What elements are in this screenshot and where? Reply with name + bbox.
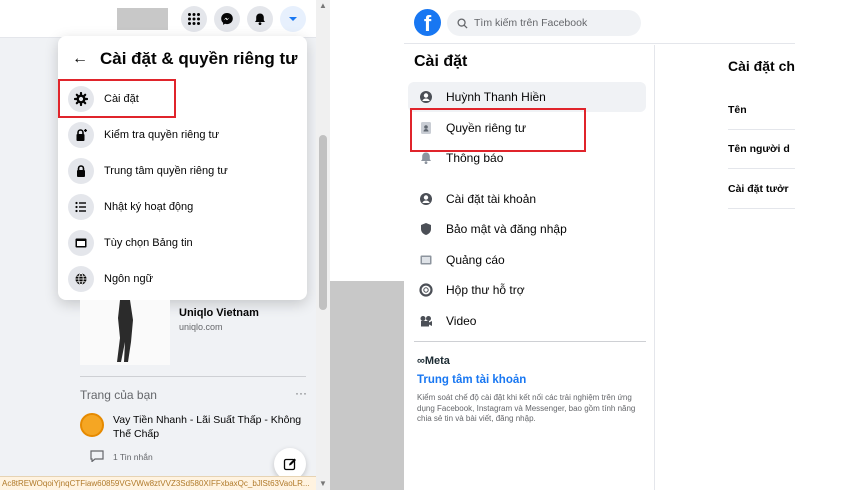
sidebar-item-ads[interactable]: Quảng cáo	[408, 245, 646, 275]
ad-title[interactable]: Uniqlo Vietnam	[179, 307, 259, 319]
setting-row-name[interactable]: Tên	[728, 104, 795, 116]
sidebar-item-support-inbox[interactable]: Hộp thư hỗ trợ	[408, 275, 646, 305]
dropdown-item-label: Ngôn ngữ	[104, 273, 153, 285]
settings-content: Cài đặt ch Tên Tên người d Cài đặt tưởr	[656, 45, 795, 490]
dropdown-header: ← Cài đặt & quyền riêng tư	[58, 44, 307, 74]
highlight-box-settings	[58, 79, 176, 118]
sidebar-item-label: Bảo mật và đăng nhập	[446, 222, 567, 236]
lifebuoy-icon	[418, 282, 434, 298]
compose-icon	[283, 458, 296, 471]
ad-url: uniqlo.com	[179, 322, 223, 332]
accounts-center-link[interactable]: Trung tâm tài khoản	[417, 374, 526, 386]
facebook-header: f	[404, 0, 795, 44]
profile-icon	[418, 89, 434, 105]
gray-gap-region	[330, 281, 404, 490]
message-icon	[90, 450, 104, 462]
account-icon	[418, 191, 434, 207]
sidebar-item-label: Thông báo	[446, 151, 504, 165]
sidebar-item-label: Cài đặt tài khoản	[446, 192, 537, 206]
page-name-link[interactable]: Vay Tiền Nhanh - Lãi Suất Thấp - Không T…	[113, 413, 308, 441]
messenger-icon	[221, 13, 233, 25]
menu-grid-button[interactable]	[181, 6, 207, 32]
dropdown-item-feed-preferences[interactable]: Tùy chọn Bảng tin	[66, 226, 299, 260]
sidebar-divider	[414, 341, 646, 342]
left-panel: ← Cài đặt & quyền riêng tư Cài đặt Kiểm …	[0, 0, 330, 490]
settings-privacy-dropdown: ← Cài đặt & quyền riêng tư Cài đặt Kiểm …	[58, 36, 307, 300]
chevron-down-icon	[289, 17, 297, 21]
right-panel: f Cài đặt Huỳnh Thanh Hiền Quyền riêng t…	[404, 0, 795, 490]
person-figure-image	[117, 300, 133, 362]
setting-row-username[interactable]: Tên người d	[728, 143, 795, 155]
shield-icon	[418, 221, 434, 237]
notifications-button[interactable]	[247, 6, 273, 32]
facebook-logo-icon[interactable]: f	[414, 9, 441, 36]
dropdown-item-label: Nhật ký hoạt động	[104, 201, 194, 213]
sidebar-title: Cài đặt	[414, 53, 468, 70]
search-icon	[457, 17, 468, 29]
dropdown-item-privacy-checkup[interactable]: Kiểm tra quyền riêng tư	[66, 118, 299, 152]
dropdown-item-privacy-center[interactable]: Trung tâm quyền riêng tư	[66, 154, 299, 188]
lock-icon	[68, 158, 94, 184]
bell-icon	[418, 150, 434, 166]
dropdown-item-label: Kiểm tra quyền riêng tư	[104, 129, 219, 141]
sidebar-item-label: Video	[446, 314, 477, 328]
scroll-down-arrow[interactable]: ▼	[319, 480, 327, 488]
back-arrow-icon[interactable]: ←	[72, 50, 92, 68]
blank-margin	[795, 0, 855, 490]
left-scrollbar[interactable]: ▲ ▼	[316, 0, 330, 490]
more-options-button[interactable]: ···	[295, 386, 307, 400]
accounts-center-description: Kiểm soát chế độ cài đặt khi kết nối các…	[417, 393, 636, 423]
account-menu-button[interactable]	[280, 6, 306, 32]
highlight-box-privacy	[410, 108, 586, 152]
bell-icon	[255, 13, 265, 25]
messenger-button[interactable]	[214, 6, 240, 32]
row-divider	[728, 129, 795, 130]
page-avatar[interactable]	[80, 413, 104, 437]
sidebar-item-video[interactable]: Video	[408, 306, 646, 336]
scroll-up-arrow[interactable]: ▲	[319, 2, 327, 10]
search-bar[interactable]	[447, 10, 641, 36]
ads-icon	[418, 252, 434, 268]
redacted-block	[117, 8, 168, 30]
your-pages-heading: Trang của bạn	[80, 388, 157, 402]
sidebar-item-account-settings[interactable]: Cài đặt tài khoản	[408, 184, 646, 214]
status-bar-url: Ac8tREWOqoiYjnqCTFiaw60859VGVWw8ztVVZ3Sd…	[0, 476, 316, 490]
video-icon	[418, 313, 434, 329]
globe-icon	[68, 266, 94, 292]
dropdown-item-language[interactable]: Ngôn ngữ	[66, 262, 299, 296]
list-icon	[68, 194, 94, 220]
sidebar-item-label: Quảng cáo	[446, 253, 505, 267]
scroll-thumb[interactable]	[319, 135, 327, 310]
dropdown-title: Cài đặt & quyền riêng tư	[100, 49, 298, 68]
sidebar-item-label: Huỳnh Thanh Hiền	[446, 90, 546, 104]
dropdown-item-label: Tùy chọn Bảng tin	[104, 237, 193, 249]
setting-row-memorial[interactable]: Cài đặt tưởr	[728, 183, 795, 195]
dropdown-item-activity-log[interactable]: Nhật ký hoạt động	[66, 190, 299, 224]
row-divider	[728, 208, 795, 209]
section-divider	[80, 376, 306, 377]
grid-icon	[188, 13, 200, 25]
row-divider	[728, 168, 795, 169]
sidebar-item-label: Hộp thư hỗ trợ	[446, 283, 525, 297]
ad-image	[80, 300, 170, 365]
lock-plus-icon	[68, 122, 94, 148]
screenshot-root: ← Cài đặt & quyền riêng tư Cài đặt Kiểm …	[0, 0, 855, 490]
search-input[interactable]	[474, 17, 634, 29]
news-feed-icon	[68, 230, 94, 256]
sidebar-item-security[interactable]: Bảo mật và đăng nhập	[408, 214, 646, 244]
meta-logo: ∞Meta	[417, 355, 450, 367]
top-navigation-bar	[0, 0, 316, 38]
message-count[interactable]: 1 Tin nhắn	[113, 452, 153, 462]
dropdown-item-label: Trung tâm quyền riêng tư	[104, 165, 228, 177]
content-title: Cài đặt ch	[728, 58, 795, 74]
